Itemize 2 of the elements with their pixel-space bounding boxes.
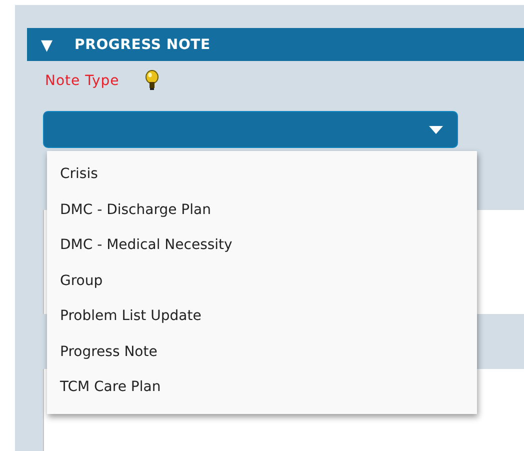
field-label: Note Type — [45, 73, 120, 89]
section-title: PROGRESS NOTE — [74, 36, 210, 52]
